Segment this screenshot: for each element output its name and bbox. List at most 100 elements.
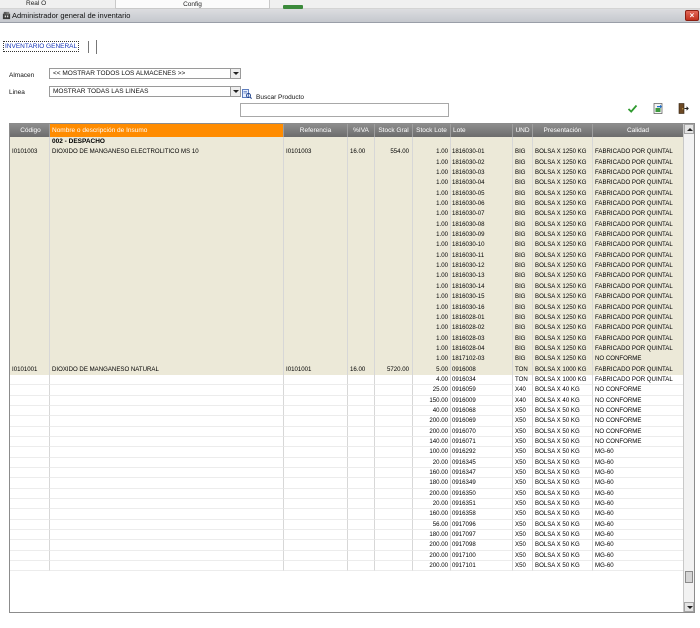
table-row[interactable]: 25.00 0916059 X40 BOLSA X 40 KG NO CONFORME: [10, 385, 684, 396]
check-icon[interactable]: [627, 103, 638, 114]
table-row[interactable]: I0101003 DIOXIDO DE MANGANESO ELECTROLITI…: [10, 147, 684, 158]
table-row[interactable]: 1.00 1816030-11 BIG BOLSA X 1250 KG FABRICAD…: [10, 250, 684, 262]
cell-stock-lote: 150.00: [413, 395, 451, 406]
cell-presentacion: BOLSA X 1250 KG: [533, 168, 593, 179]
table-row[interactable]: I0101001 DIOXIDO DE MANGANESO NATURAL I010…: [10, 364, 684, 375]
cell-codigo: [10, 426, 50, 437]
cell-lote: 0916059: [451, 385, 513, 396]
cell-und: BIG: [513, 199, 533, 210]
col-header-lote[interactable]: Lote: [451, 124, 513, 137]
col-header-codigo[interactable]: Código: [10, 124, 50, 137]
table-row[interactable]: 200.00 0917098 X50 BOLSA X 50 KG MG-60: [10, 540, 684, 551]
cell-iva: [348, 209, 375, 220]
table-row[interactable]: 180.00 0917097 X50 BOLSA X 50 KG MG-60: [10, 530, 684, 541]
table-row[interactable]: 200.00 0917100 X50 BOLSA X 50 KG MG-60: [10, 550, 684, 562]
chevron-down-icon[interactable]: [230, 69, 240, 78]
cell-stock-gral: [375, 219, 413, 231]
search-doc-icon[interactable]: [242, 89, 252, 99]
cell-iva: [348, 168, 375, 179]
table-row[interactable]: 1.00 1816030-14 BIG BOLSA X 1250 KG FABRICAD…: [10, 281, 684, 293]
cell-und: X50: [513, 468, 533, 479]
tab-inventario-general[interactable]: INVENTARIO GENERAL: [3, 41, 80, 52]
cell-referencia: [284, 323, 348, 334]
background-window-tab[interactable]: Config: [115, 0, 270, 9]
close-window-button[interactable]: ×: [685, 10, 699, 21]
table-row[interactable]: 56.00 0917096 X50 BOLSA X 50 KG MG-60: [10, 519, 684, 531]
table-row[interactable]: 140.00 0916071 X50 BOLSA X 50 KG NO CONFORME: [10, 436, 684, 448]
table-row[interactable]: 160.00 0916358 X50 BOLSA X 50 KG MG-60: [10, 509, 684, 520]
col-header-calidad[interactable]: Calidad: [593, 124, 684, 137]
inventory-grid[interactable]: Código Nombre o descripción de Insumo Re…: [9, 123, 695, 613]
cell-nombre: DIOXIDO DE MANGANESO ELECTROLITICO MS 10: [50, 147, 284, 158]
table-row[interactable]: 160.00 0916347 X50 BOLSA X 50 KG MG-60: [10, 468, 684, 479]
table-row[interactable]: 20.00 0916345 X50 BOLSA X 50 KG MG-60: [10, 457, 684, 468]
col-header-nombre[interactable]: Nombre o descripción de Insumo: [50, 124, 284, 137]
table-row[interactable]: 150.00 0916009 X40 BOLSA X 40 KG NO CONFORME: [10, 395, 684, 406]
table-row[interactable]: 1.00 1816030-12 BIG BOLSA X 1250 KG FABRICAD…: [10, 261, 684, 272]
cell-presentacion: BOLSA X 1250 KG: [533, 240, 593, 251]
table-row[interactable]: 180.00 0916349 X50 BOLSA X 50 KG MG-60: [10, 478, 684, 489]
exit-icon[interactable]: [678, 103, 689, 114]
col-header-referencia[interactable]: Referencia: [284, 124, 348, 137]
table-row[interactable]: 1.00 1816028-03 BIG BOLSA X 1250 KG FABRICAD…: [10, 333, 684, 344]
cell-calidad: MG-60: [593, 478, 684, 489]
col-header-und[interactable]: UND: [513, 124, 533, 137]
cell-stock-lote: 200.00: [413, 550, 451, 562]
table-row[interactable]: 1.00 1816030-03 BIG BOLSA X 1250 KG FABRICAD…: [10, 168, 684, 179]
group-row[interactable]: 002 - DESPACHO: [10, 137, 684, 148]
vertical-scrollbar[interactable]: [683, 124, 694, 612]
scroll-down-button[interactable]: [684, 602, 694, 612]
table-row[interactable]: 200.00 0916069 X50 BOLSA X 50 KG NO CONFORME: [10, 416, 684, 427]
table-row[interactable]: 1.00 1816030-10 BIG BOLSA X 1250 KG FABRICAD…: [10, 240, 684, 251]
table-row[interactable]: 1.00 1816028-04 BIG BOLSA X 1250 KG FABRICAD…: [10, 343, 684, 355]
table-row[interactable]: 1.00 1816030-02 BIG BOLSA X 1250 KG FABRICAD…: [10, 157, 684, 169]
cell-calidad: FABRICADO POR QUINTAL: [593, 333, 684, 344]
almacen-select[interactable]: << MOSTRAR TODOS LOS ALMACENES >>: [49, 68, 241, 79]
cell-stock-gral: [375, 447, 413, 458]
export-icon[interactable]: [653, 103, 664, 114]
table-row[interactable]: 40.00 0916068 X50 BOLSA X 50 KG NO CONFORME: [10, 405, 684, 417]
table-row[interactable]: 100.00 0916292 X50 BOLSA X 50 KG MG-60: [10, 447, 684, 458]
table-row[interactable]: 1.00 1816030-04 BIG BOLSA X 1250 KG FABRICAD…: [10, 178, 684, 189]
table-row[interactable]: 1.00 1816030-09 BIG BOLSA X 1250 KG FABRICAD…: [10, 230, 684, 241]
buscar-producto-input[interactable]: [240, 103, 449, 117]
table-row[interactable]: 1.00 1816030-16 BIG BOLSA X 1250 KG FABRICAD…: [10, 302, 684, 313]
table-row[interactable]: 1.00 1816030-13 BIG BOLSA X 1250 KG FABRICAD…: [10, 271, 684, 282]
cell-nombre: [50, 457, 284, 468]
window-title-bar[interactable]: Administrador general de inventario ×: [0, 9, 700, 23]
tab-empty[interactable]: [83, 40, 90, 53]
scroll-thumb[interactable]: [685, 571, 693, 583]
cell-presentacion: BOLSA X 1250 KG: [533, 261, 593, 272]
linea-select[interactable]: MOSTRAR TODAS LAS LINEAS: [49, 86, 241, 97]
cell-lote: 0916009: [451, 395, 513, 406]
col-header-presentacion[interactable]: Presentación: [533, 124, 593, 137]
table-row[interactable]: 1.00 1816030-05 BIG BOLSA X 1250 KG FABRICAD…: [10, 188, 684, 200]
col-header-stock-gral[interactable]: Stock Gral: [375, 124, 413, 137]
tab-strip: INVENTARIO GENERAL: [3, 39, 98, 54]
cell-nombre: [50, 354, 284, 365]
table-row[interactable]: 1.00 1816028-02 BIG BOLSA X 1250 KG FABRICAD…: [10, 323, 684, 334]
cell-iva: [348, 157, 375, 169]
table-row[interactable]: 1.00 1816030-06 BIG BOLSA X 1250 KG FABRICAD…: [10, 199, 684, 210]
table-row[interactable]: 200.00 0916350 X50 BOLSA X 50 KG MG-60: [10, 488, 684, 500]
cell-calidad: MG-60: [593, 530, 684, 541]
table-row[interactable]: 1.00 1816030-15 BIG BOLSA X 1250 KG FABRICAD…: [10, 292, 684, 303]
cell-stock-lote: 1.00: [413, 199, 451, 210]
table-row[interactable]: 4.00 0916034 TON BOLSA X 1000 KG FABRICADO P…: [10, 374, 684, 386]
table-row[interactable]: 1.00 1816030-07 BIG BOLSA X 1250 KG FABRICAD…: [10, 209, 684, 220]
cell-stock-gral: [375, 478, 413, 489]
cell-referencia: [284, 530, 348, 541]
cell-calidad: FABRICADO POR QUINTAL: [593, 250, 684, 262]
scroll-up-button[interactable]: [684, 124, 694, 134]
col-header-stock-lote[interactable]: Stock Lote: [413, 124, 451, 137]
chevron-down-icon[interactable]: [230, 87, 240, 96]
table-row[interactable]: 20.00 0916351 X50 BOLSA X 50 KG MG-60: [10, 499, 684, 510]
table-row[interactable]: 1.00 1817102-03 BIG BOLSA X 1250 KG NO CONFO…: [10, 354, 684, 365]
cell-nombre: [50, 261, 284, 272]
table-row[interactable]: 1.00 1816030-08 BIG BOLSA X 1250 KG FABRICAD…: [10, 219, 684, 231]
cell-calidad: FABRICADO POR QUINTAL: [593, 178, 684, 189]
table-row[interactable]: 1.00 1816028-01 BIG BOLSA X 1250 KG FABRICAD…: [10, 312, 684, 324]
table-row[interactable]: 200.00 0916070 X50 BOLSA X 50 KG NO CONFORME: [10, 426, 684, 437]
table-row[interactable]: 200.00 0917101 X50 BOLSA X 50 KG MG-60: [10, 561, 684, 572]
col-header-iva[interactable]: %IVA: [348, 124, 375, 137]
